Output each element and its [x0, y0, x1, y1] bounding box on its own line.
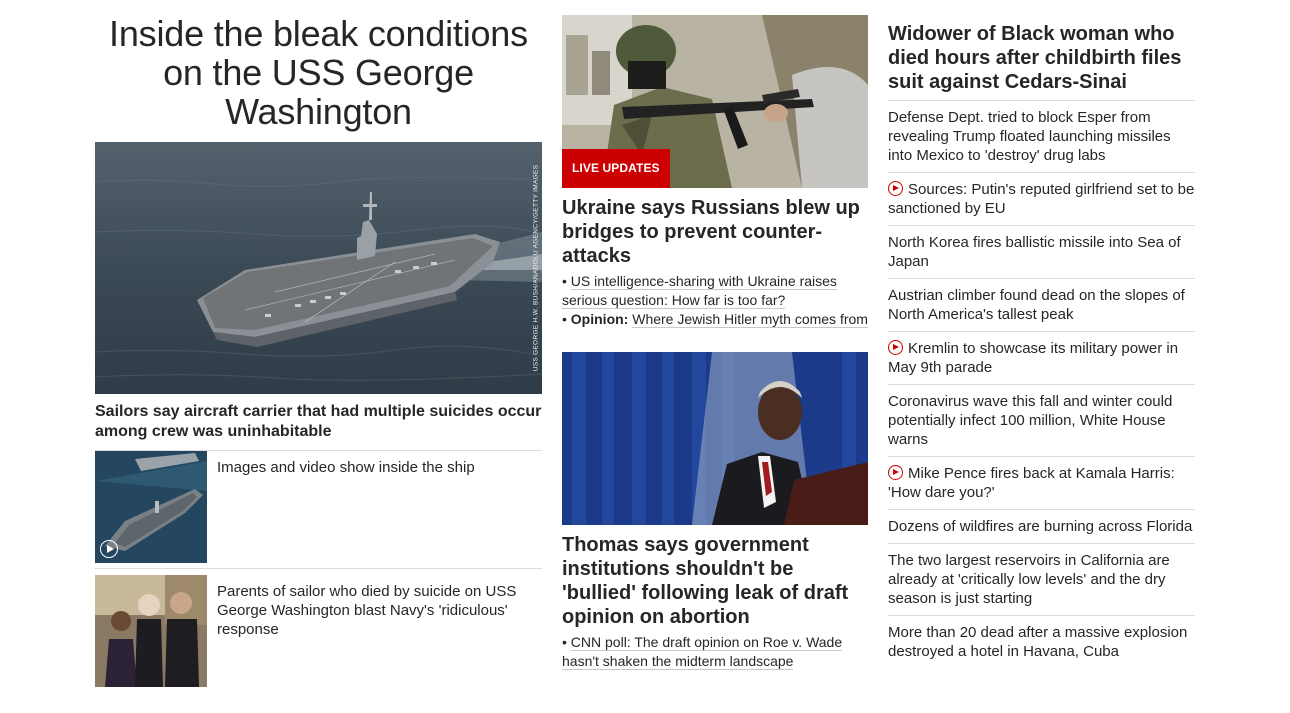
headline-item[interactable]: Mike Pence fires back at Kamala Harris: …	[888, 457, 1195, 510]
speaker-illustration	[562, 352, 868, 525]
related-link-item: • CNN poll: The draft opinion on Roe v. …	[562, 634, 843, 670]
related-link[interactable]: US intelligence-sharing with Ukraine rai…	[562, 273, 837, 309]
soldier-photo[interactable]: LIVE UPDATES	[562, 15, 868, 188]
lead-story-column: Inside the bleak conditions on the USS G…	[95, 14, 542, 687]
lead-headline-link[interactable]: Inside the bleak conditions on the USS G…	[109, 13, 528, 132]
live-updates-badge[interactable]: LIVE UPDATES	[562, 149, 670, 188]
headline-item[interactable]: Defense Dept. tried to block Esper from …	[888, 101, 1195, 173]
headline-item[interactable]: Kremlin to showcase its military power i…	[888, 332, 1195, 385]
related-link-item: • US intelligence-sharing with Ukraine r…	[562, 273, 837, 309]
headline-item[interactable]: More than 20 dead after a massive explos…	[888, 616, 1195, 668]
headline-link[interactable]: Austrian climber found dead on the slope…	[888, 287, 1185, 323]
headline-link[interactable]: Mike Pence fires back at Kamala Harris: …	[888, 465, 1175, 501]
aircraft-carrier-illustration	[95, 142, 542, 394]
headline-link[interactable]: The two largest reservoirs in California…	[888, 552, 1170, 607]
video-play-icon[interactable]	[888, 340, 903, 355]
headlines-column: Widower of Black woman who died hours af…	[888, 22, 1195, 668]
headline-item[interactable]: Coronavirus wave this fall and winter co…	[888, 385, 1195, 457]
thomas-headline[interactable]: Thomas says government institutions shou…	[562, 533, 868, 629]
headline-item[interactable]: Dozens of wildfires are burning across F…	[888, 510, 1195, 544]
headline-item[interactable]: North Korea fires ballistic missile into…	[888, 226, 1195, 279]
related-link-item: • Opinion: Where Jewish Hitler myth come…	[562, 311, 868, 328]
headline-item[interactable]: The two largest reservoirs in California…	[888, 544, 1195, 616]
headline-link[interactable]: Kremlin to showcase its military power i…	[888, 340, 1178, 376]
headline-item[interactable]: Austrian climber found dead on the slope…	[888, 279, 1195, 332]
carrier-video-thumbnail[interactable]	[95, 451, 207, 563]
related-story[interactable]: Images and video show inside the ship	[95, 451, 542, 569]
headline-link[interactable]: Sources: Putin's reputed girlfriend set …	[888, 181, 1194, 217]
hero-caption-link[interactable]: Sailors say aircraft carrier that had mu…	[95, 403, 541, 440]
family-thumbnail-illustration	[95, 575, 207, 687]
headline-link[interactable]: More than 20 dead after a massive explos…	[888, 624, 1187, 660]
headline-link[interactable]: North Korea fires ballistic missile into…	[888, 234, 1181, 270]
aircraft-carrier-hero-image[interactable]: USS GEORGE H.W. BUSH/ANADOLU AGENCY/GETT…	[95, 142, 542, 394]
ukraine-story: LIVE UPDATES Ukraine says Russians blew …	[562, 15, 868, 329]
headline-link[interactable]: Dozens of wildfires are burning across F…	[888, 518, 1192, 535]
thomas-photo[interactable]	[562, 352, 868, 525]
thomas-related-links: • CNN poll: The draft opinion on Roe v. …	[562, 633, 868, 671]
related-story-link[interactable]: Images and video show inside the ship	[217, 459, 475, 476]
lead-headline[interactable]: Inside the bleak conditions on the USS G…	[95, 14, 542, 131]
related-link[interactable]: Where Jewish Hitler myth comes from	[632, 311, 868, 328]
thomas-headline-link[interactable]: Thomas says government institutions shou…	[562, 534, 848, 628]
thomas-story: Thomas says government institutions shou…	[562, 352, 868, 671]
related-link[interactable]: CNN poll: The draft opinion on Roe v. Wa…	[562, 634, 843, 670]
ukraine-headline[interactable]: Ukraine says Russians blew up bridges to…	[562, 196, 868, 268]
headline-link[interactable]: Defense Dept. tried to block Esper from …	[888, 109, 1171, 164]
hero-caption[interactable]: Sailors say aircraft carrier that had mu…	[95, 402, 542, 451]
related-story-link[interactable]: Parents of sailor who died by suicide on…	[217, 583, 516, 638]
play-icon[interactable]	[100, 540, 118, 558]
related-story[interactable]: Parents of sailor who died by suicide on…	[95, 575, 542, 687]
video-play-icon[interactable]	[888, 181, 903, 196]
ukraine-related-links: • US intelligence-sharing with Ukraine r…	[562, 272, 868, 329]
video-play-icon[interactable]	[888, 465, 903, 480]
ukraine-headline-link[interactable]: Ukraine says Russians blew up bridges to…	[562, 197, 860, 267]
opinion-label: Opinion:	[570, 311, 629, 327]
image-credit: USS GEORGE H.W. BUSH/ANADOLU AGENCY/GETT…	[532, 164, 540, 372]
top-right-headline[interactable]: Widower of Black woman who died hours af…	[888, 22, 1195, 101]
headline-list: Defense Dept. tried to block Esper from …	[888, 101, 1195, 668]
family-photo-thumbnail[interactable]	[95, 575, 207, 687]
headline-link[interactable]: Coronavirus wave this fall and winter co…	[888, 393, 1172, 448]
headline-item[interactable]: Sources: Putin's reputed girlfriend set …	[888, 173, 1195, 226]
top-right-headline-link[interactable]: Widower of Black woman who died hours af…	[888, 23, 1181, 93]
middle-column: LIVE UPDATES Ukraine says Russians blew …	[562, 15, 868, 671]
